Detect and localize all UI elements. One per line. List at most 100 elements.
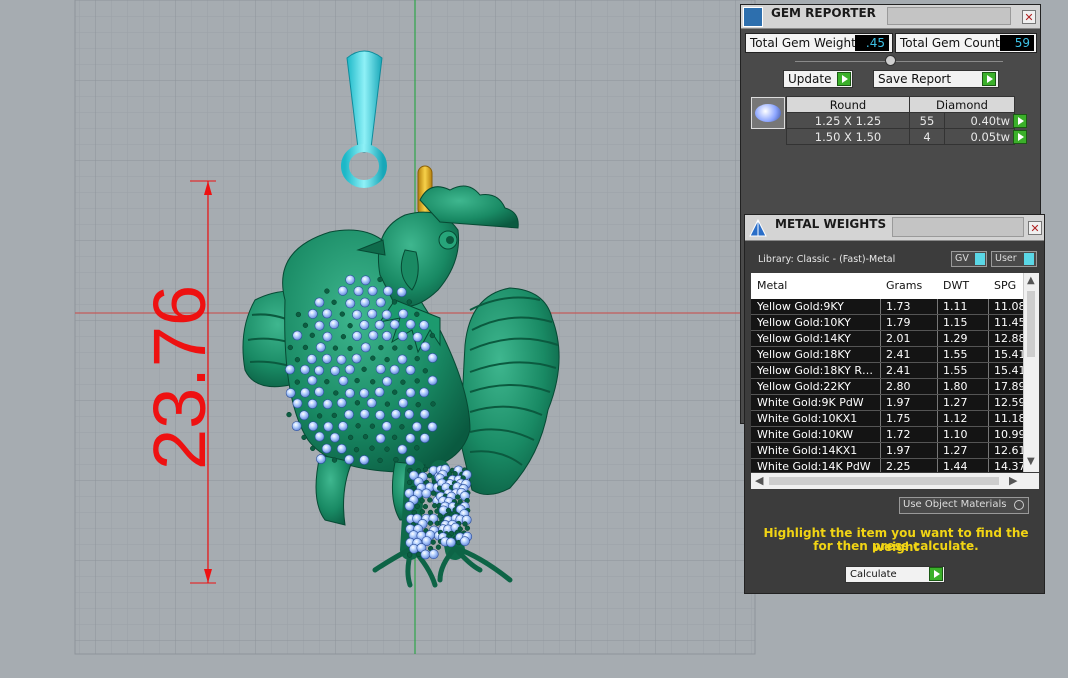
gem-table-row[interactable]: 1.25 X 1.25 55 0.40tw [786, 112, 1034, 129]
col-dwt-header[interactable]: DWT [943, 279, 969, 292]
metal-weights-app-icon [747, 218, 769, 238]
gem-size-cell: 1.25 X 1.25 [786, 112, 910, 129]
gem-row-play-icon[interactable] [1013, 113, 1027, 128]
gem-reporter-app-icon [743, 7, 763, 27]
total-gem-count-value: 59 [1000, 35, 1034, 51]
metal-weights-titlebar[interactable]: METAL WEIGHTS ✕ [745, 215, 1044, 241]
metal-cell-spg: 12.88 [994, 332, 1023, 345]
gem-reporter-title: GEM REPORTER [771, 6, 876, 20]
use-object-materials-radio-icon [1014, 500, 1024, 510]
metal-table-row[interactable]: Yellow Gold:14KY 2.01 1.29 12.88 [751, 331, 1023, 347]
metal-cell-dwt: 1.55 [943, 348, 968, 361]
metal-table-row[interactable]: White Gold:9K PdW 1.97 1.27 12.59 [751, 395, 1023, 411]
use-object-materials-toggle[interactable]: Use Object Materials [899, 497, 1029, 514]
metal-cell-grams: 2.41 [886, 364, 911, 377]
gem-table-row[interactable]: 1.50 X 1.50 4 0.05tw [786, 128, 1034, 145]
metal-table-row[interactable]: White Gold:14KX1 1.97 1.27 12.61 [751, 443, 1023, 459]
gem-table-header: Round Diamond [786, 96, 1034, 113]
metal-cell-metal: Yellow Gold:14KY [757, 332, 851, 345]
metal-cell-metal: Yellow Gold:22KY [757, 380, 851, 393]
save-report-button[interactable]: Save Report [873, 70, 999, 88]
metal-cell-grams: 1.75 [886, 412, 911, 425]
col-spg-header[interactable]: SPG [994, 279, 1016, 292]
title-bar-spacer [892, 217, 1024, 237]
metal-table-row[interactable]: Yellow Gold:9KY 1.73 1.11 11.08 [751, 299, 1023, 315]
metal-cell-metal: White Gold:14K PdW [757, 460, 871, 472]
user-toggle-label: User [995, 253, 1017, 264]
user-toggle[interactable]: User [991, 251, 1037, 267]
total-gem-weight-value: .45 [855, 35, 889, 51]
metal-cell-metal: Yellow Gold:10KY [757, 316, 851, 329]
gem-size-cell: 1.50 X 1.50 [786, 128, 910, 145]
metal-cell-grams: 2.80 [886, 380, 911, 393]
gem-count-cell: 55 [909, 112, 945, 129]
metal-table-row[interactable]: White Gold:10KX1 1.75 1.12 11.18 [751, 411, 1023, 427]
metal-cell-metal: Yellow Gold:9KY [757, 300, 844, 313]
metal-weights-table[interactable]: Metal Grams DWT SPG Yellow Gold:9KY 1.73 1… [751, 273, 1039, 472]
metal-table-row[interactable]: Yellow Gold:10KY 1.79 1.15 11.45 [751, 315, 1023, 331]
metal-cell-spg: 17.89 [994, 380, 1023, 393]
scroll-left-icon[interactable]: ◀ [755, 474, 763, 487]
metal-cell-metal: Yellow Gold:18KY R… [757, 364, 874, 377]
metal-table-row[interactable]: Yellow Gold:18KY R… 2.41 1.55 15.41 [751, 363, 1023, 379]
scroll-right-icon[interactable]: ▶ [1009, 474, 1017, 487]
metal-table-row[interactable]: Yellow Gold:22KY 2.80 1.80 17.89 [751, 379, 1023, 395]
metal-cell-spg: 12.59 [994, 396, 1023, 409]
metal-cell-spg: 15.41 [994, 348, 1023, 361]
metal-cell-metal: White Gold:10KW [757, 428, 854, 441]
metal-cell-grams: 2.25 [886, 460, 911, 472]
metal-cell-spg: 15.41 [994, 364, 1023, 377]
gem-reporter-titlebar[interactable]: GEM REPORTER ✕ [741, 5, 1040, 29]
scroll-up-icon[interactable]: ▲ [1027, 275, 1035, 286]
round-gem-icon [751, 97, 785, 129]
horizontal-scroll-thumb[interactable] [769, 477, 999, 485]
metal-cell-grams: 1.97 [886, 396, 911, 409]
save-report-play-icon[interactable] [982, 72, 996, 86]
gem-slider-track[interactable] [795, 61, 1003, 62]
col-grams-header[interactable]: Grams [886, 279, 922, 292]
metal-table-row[interactable]: Yellow Gold:18KY 2.41 1.55 15.41 [751, 347, 1023, 363]
update-play-icon[interactable] [837, 72, 851, 86]
metal-cell-spg: 11.45 [994, 316, 1023, 329]
col-metal-header[interactable]: Metal [757, 279, 787, 292]
metal-cell-grams: 2.41 [886, 348, 911, 361]
metal-table-row[interactable]: White Gold:10KW 1.72 1.10 10.99 [751, 427, 1023, 443]
metal-cell-dwt: 1.27 [943, 396, 968, 409]
calculate-play-icon[interactable] [929, 567, 943, 581]
gv-toggle[interactable]: GV [951, 251, 987, 267]
metal-cell-grams: 1.79 [886, 316, 911, 329]
metal-cell-grams: 1.72 [886, 428, 911, 441]
metal-weights-close-icon[interactable]: ✕ [1028, 221, 1042, 235]
gv-toggle-icon [975, 253, 985, 265]
metal-table-vertical-scrollbar[interactable]: ▲ ▼ [1023, 273, 1039, 472]
gem-slider-handle[interactable] [885, 55, 896, 66]
metal-cell-dwt: 1.55 [943, 364, 968, 377]
metal-cell-dwt: 1.27 [943, 444, 968, 457]
gem-weight-cell: 0.05tw [944, 128, 1015, 145]
metal-cell-dwt: 1.44 [943, 460, 968, 472]
vertical-scroll-thumb[interactable] [1027, 291, 1035, 357]
metal-cell-spg: 12.61 [994, 444, 1023, 457]
gem-count-cell: 4 [909, 128, 945, 145]
title-bar-spacer [887, 7, 1011, 25]
metal-cell-dwt: 1.15 [943, 316, 968, 329]
gv-toggle-label: GV [955, 253, 969, 264]
gem-reporter-close-icon[interactable]: ✕ [1022, 10, 1036, 24]
metal-cell-spg: 11.08 [994, 300, 1023, 313]
metal-cell-dwt: 1.29 [943, 332, 968, 345]
metal-table-header: Metal Grams DWT SPG [751, 273, 1023, 299]
metal-cell-metal: White Gold:14KX1 [757, 444, 858, 457]
gem-material-header: Diamond [909, 96, 1015, 113]
metal-table-row[interactable]: White Gold:14K PdW 2.25 1.44 14.37 [751, 459, 1023, 472]
metal-cell-spg: 11.18 [994, 412, 1023, 425]
metal-cell-dwt: 1.80 [943, 380, 968, 393]
gem-shape-header: Round [786, 96, 910, 113]
library-label: Library: Classic - (Fast)-Metal [758, 254, 896, 265]
total-gem-weight-label: Total Gem Weight [750, 36, 856, 50]
scroll-down-icon[interactable]: ▼ [1027, 456, 1035, 467]
metal-cell-grams: 1.97 [886, 444, 911, 457]
metal-cell-metal: Yellow Gold:18KY [757, 348, 851, 361]
gem-row-play-icon[interactable] [1013, 129, 1027, 144]
metal-table-horizontal-scrollbar[interactable]: ◀ ▶ [751, 473, 1039, 489]
metal-cell-dwt: 1.10 [943, 428, 968, 441]
